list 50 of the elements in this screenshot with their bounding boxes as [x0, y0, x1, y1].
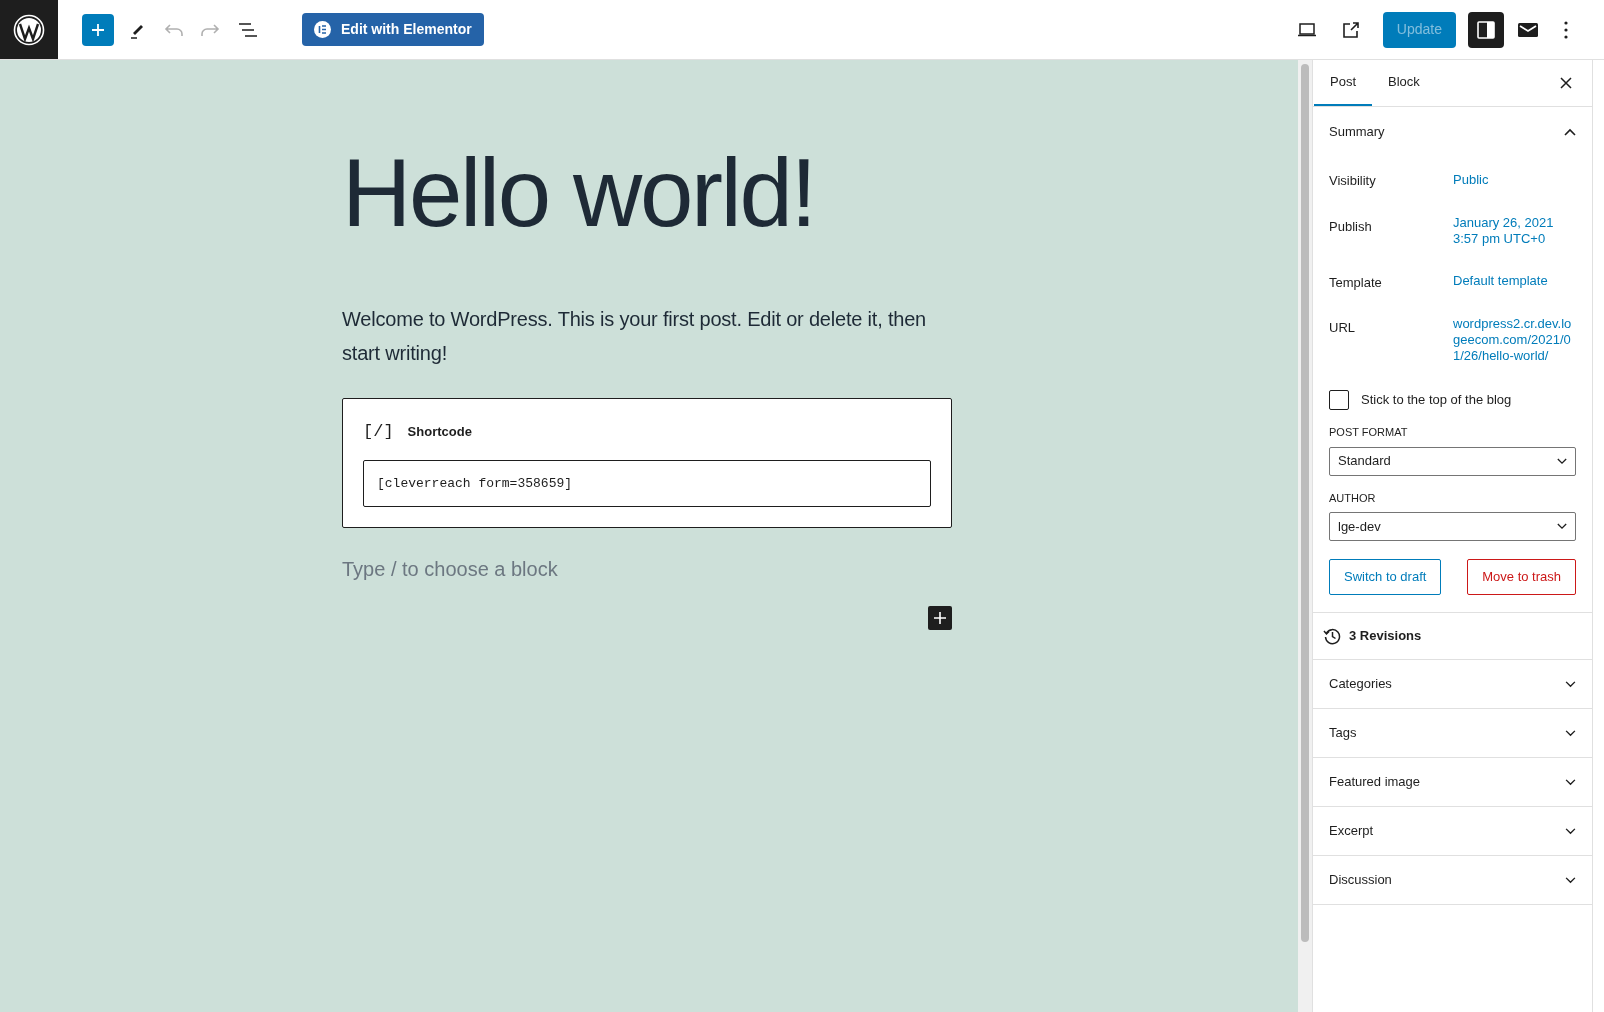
sticky-checkbox[interactable]: [1329, 390, 1349, 410]
chevron-down-icon: [1565, 827, 1576, 835]
add-block-button[interactable]: [928, 606, 952, 631]
chevron-up-icon: [1564, 128, 1576, 136]
summary-panel-header[interactable]: Summary: [1329, 107, 1576, 157]
sidebar-panel-header[interactable]: Featured image: [1313, 758, 1592, 807]
summary-label: Visibility: [1329, 172, 1377, 190]
wordpress-logo[interactable]: [0, 0, 58, 59]
move-to-trash-button[interactable]: Move to trash: [1467, 559, 1576, 595]
summary-value-link[interactable]: wordpress2.cr.dev.logeecom.com/2021/01/26/hello-world/: [1453, 316, 1575, 364]
field-label: POST FORMAT: [1329, 425, 1409, 440]
sidebar-tab[interactable]: Block: [1372, 60, 1436, 106]
sidebar-panel-header[interactable]: Categories: [1313, 660, 1592, 709]
chevron-down-icon: [1557, 523, 1567, 530]
select-field[interactable]: lge-dev: [1329, 512, 1576, 541]
sidebar-tab[interactable]: Post: [1314, 60, 1372, 106]
plus-icon: [933, 611, 947, 626]
chevron-down-icon: [1565, 778, 1576, 786]
post-title[interactable]: Hello world!: [342, 140, 815, 246]
chevron-down-icon: [1565, 729, 1576, 737]
select-field[interactable]: Standard: [1329, 446, 1576, 476]
shortcode-label: Shortcode: [407, 422, 472, 441]
chevron-down-icon: [1565, 876, 1576, 884]
elementor-icon: [314, 21, 331, 38]
shortcode-block[interactable]: [/] Shortcode [cleverreach form=358659]: [342, 397, 952, 529]
revisions-button[interactable]: 3 Revisions: [1313, 613, 1592, 660]
shortcode-icon: [/]: [363, 418, 394, 445]
summary-value-link[interactable]: Default template: [1453, 273, 1575, 290]
scrollbar-thumb[interactable]: [1301, 64, 1309, 942]
shortcode-input[interactable]: [cleverreach form=358659]: [363, 460, 931, 508]
post-paragraph[interactable]: Welcome to WordPress. This is your first post. Edit or delete it, then start writing!: [342, 301, 952, 370]
summary-label: Template: [1329, 273, 1383, 292]
chevron-down-icon: [1565, 680, 1576, 688]
sidebar-panel-header[interactable]: Tags: [1313, 709, 1592, 758]
summary-value-link[interactable]: Public: [1453, 171, 1575, 188]
summary-label: URL: [1329, 319, 1356, 337]
switch-to-draft-button[interactable]: Switch to draft: [1329, 559, 1442, 595]
summary-value-link[interactable]: January 26, 2021 3:57 pm UTC+0: [1453, 214, 1575, 247]
sidebar-panel-header[interactable]: Discussion: [1313, 856, 1592, 905]
sidebar-toggle-button[interactable]: [1468, 11, 1504, 48]
new-block-field[interactable]: Type / to choose a block: [342, 554, 642, 585]
edit-with-elementor-button[interactable]: Edit with Elementor: [302, 13, 484, 46]
sticky-label: Stick to the top of the blog: [1361, 391, 1512, 410]
chevron-down-icon: [1557, 457, 1567, 465]
sidebar-panel-header[interactable]: Excerpt: [1313, 807, 1592, 856]
history-icon: [1323, 627, 1341, 645]
summary-label: Publish: [1329, 217, 1373, 236]
plus-icon: [90, 21, 106, 38]
field-label: AUTHOR: [1329, 490, 1377, 506]
sidebar-panel-icon: [1477, 20, 1495, 39]
